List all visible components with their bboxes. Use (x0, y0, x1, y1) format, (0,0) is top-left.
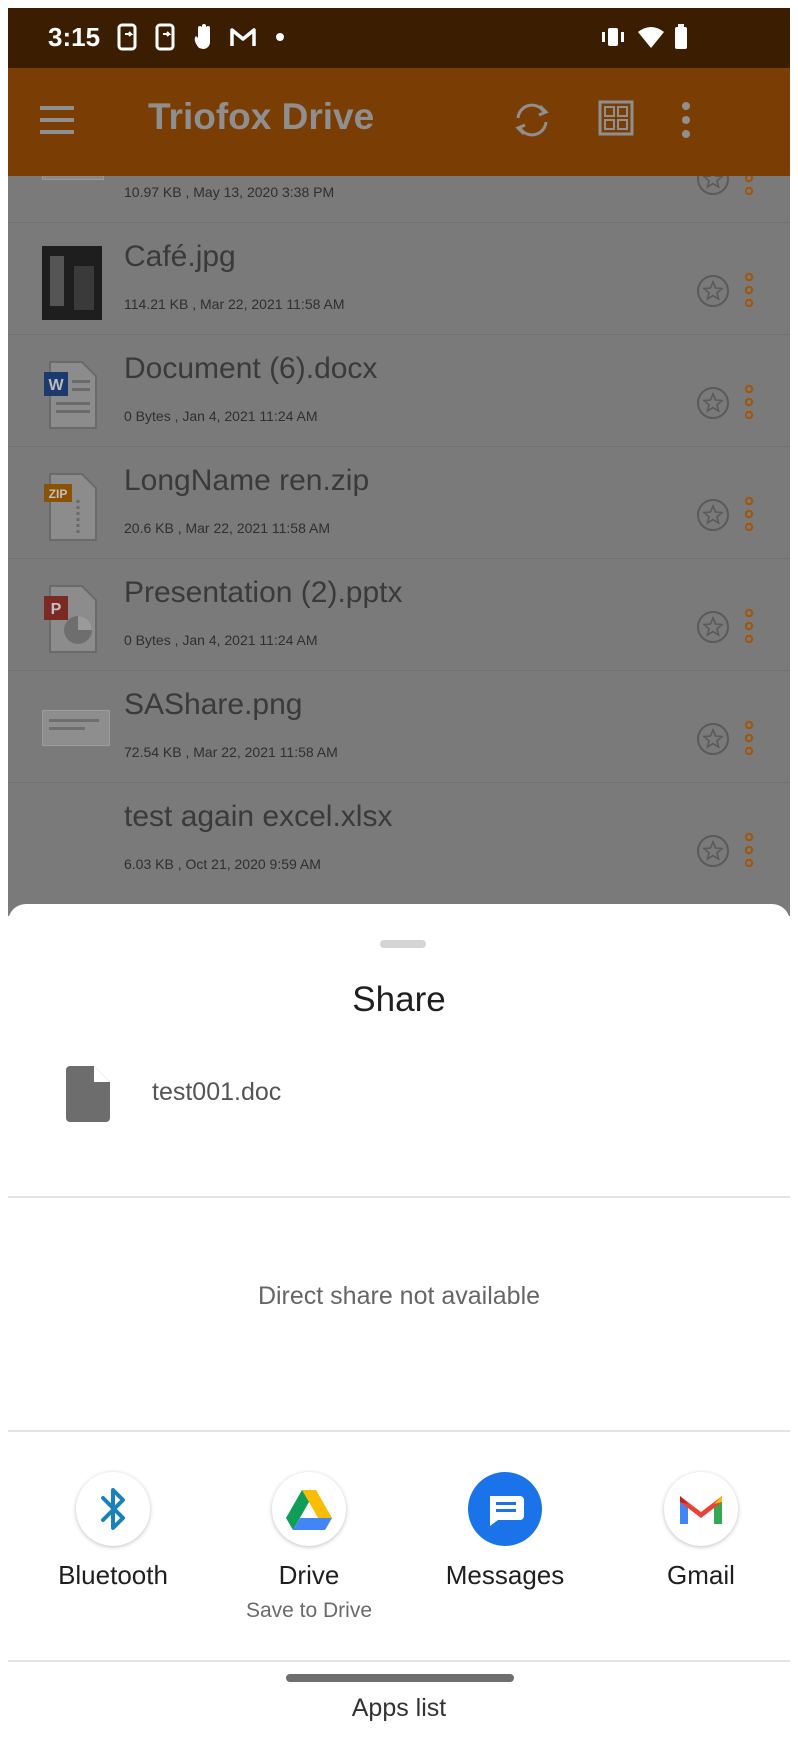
file-row[interactable]: Café.jpg 114.21 KB , Mar 22, 2021 11:58 … (8, 222, 790, 335)
svg-text:ZIP: ZIP (49, 487, 68, 501)
battery-icon (675, 24, 687, 49)
wifi-icon (638, 27, 664, 48)
share-target-drive[interactable]: Drive Save to Drive (224, 1472, 394, 1623)
app-sublabel: Save to Drive (245, 1599, 373, 1622)
file-name: Presentation (2).pptx (124, 576, 403, 609)
screenshot-thumb-icon (42, 710, 110, 746)
file-row[interactable]: ZIP LongName ren.zip 20.6 KB , Mar 22, 2… (8, 446, 790, 559)
file-name: Document (6).docx (124, 352, 378, 385)
more-options-icon[interactable] (744, 832, 754, 868)
file-row[interactable]: test again excel.xlsx 6.03 KB , Oct 21, … (8, 782, 790, 894)
share-target-messages[interactable]: Messages (420, 1472, 590, 1591)
star-icon[interactable] (696, 176, 730, 196)
app-label: Bluetooth (58, 1560, 168, 1590)
app-title: Triofox Drive (148, 96, 375, 137)
file-meta: 10.97 KB , May 13, 2020 3:38 PM (124, 184, 335, 200)
app-bar: Triofox Drive (8, 68, 790, 176)
divider (8, 1430, 790, 1432)
bluetooth-icon (101, 1488, 125, 1530)
file-meta: 114.21 KB , Mar 22, 2021 11:58 AM (124, 296, 345, 312)
vibrate-icon (602, 28, 624, 46)
star-icon[interactable] (696, 834, 730, 868)
status-time: 3:15 (48, 22, 101, 52)
file-row[interactable]: SAShare.png 72.54 KB , Mar 22, 2021 11:5… (8, 670, 790, 783)
star-icon[interactable] (696, 386, 730, 420)
more-options-icon[interactable] (744, 272, 754, 308)
shared-file-name: test001.doc (152, 1078, 282, 1106)
share-target-gmail[interactable]: Gmail (616, 1472, 786, 1591)
more-options-icon[interactable] (744, 608, 754, 644)
image-thumb-icon (42, 176, 104, 180)
divider (8, 1660, 790, 1662)
more-options-icon[interactable] (744, 496, 754, 532)
star-icon[interactable] (696, 274, 730, 308)
powerpoint-icon: P (44, 585, 97, 653)
more-options-icon[interactable] (744, 384, 754, 420)
nav-gesture-bar[interactable] (286, 1674, 514, 1682)
zip-file-icon: ZIP (44, 473, 97, 541)
file-meta: 72.54 KB , Mar 22, 2021 11:58 AM (124, 744, 338, 760)
file-row[interactable]: 10.97 KB , May 13, 2020 3:38 PM (8, 176, 790, 223)
document-file-icon (66, 1066, 110, 1122)
drag-handle[interactable] (380, 940, 426, 948)
file-meta: 0 Bytes , Jan 4, 2021 11:24 AM (124, 632, 318, 648)
sync-icon[interactable] (510, 98, 554, 142)
hand-icon (194, 24, 210, 49)
share-title: Share (352, 980, 446, 1019)
file-name: SAShare.png (124, 688, 303, 721)
divider (8, 1196, 790, 1198)
share-sheet: Share test001.doc Direct share not avail… (8, 904, 790, 1738)
file-meta: 20.6 KB , Mar 22, 2021 11:58 AM (124, 520, 330, 536)
dot-icon (276, 33, 284, 41)
file-row[interactable]: P Presentation (2).pptx 0 Bytes , Jan 4,… (8, 558, 790, 671)
file-meta: 6.03 KB , Oct 21, 2020 9:59 AM (124, 856, 321, 872)
phone-share-icon (155, 23, 175, 51)
grid-view-icon[interactable] (596, 98, 636, 138)
app-label: Drive (278, 1560, 340, 1590)
more-options-icon[interactable] (744, 176, 754, 196)
app-label: Gmail (667, 1560, 735, 1590)
gmail-icon (230, 28, 256, 46)
more-vert-icon[interactable] (678, 100, 694, 140)
star-icon[interactable] (696, 722, 730, 756)
google-drive-icon (286, 1490, 332, 1530)
apps-list-label[interactable]: Apps list (8, 1694, 790, 1723)
star-icon[interactable] (696, 610, 730, 644)
more-options-icon[interactable] (744, 720, 754, 756)
screen: 3:15 Triofox Drive 10.97 KB , May 13, 20… (8, 8, 790, 1738)
share-target-bluetooth[interactable]: Bluetooth (28, 1472, 198, 1591)
file-name: test again excel.xlsx (124, 800, 393, 833)
phone-share-icon (117, 23, 137, 51)
app-label: Messages (445, 1560, 565, 1590)
file-row[interactable]: W Document (6).docx 0 Bytes , Jan 4, 202… (8, 334, 790, 447)
messages-icon (490, 1496, 524, 1526)
svg-text:W: W (48, 377, 64, 394)
word-doc-icon: W (44, 361, 97, 429)
gmail-icon (680, 1496, 722, 1524)
file-meta: 0 Bytes , Jan 4, 2021 11:24 AM (124, 408, 318, 424)
menu-icon[interactable] (38, 102, 78, 138)
star-icon[interactable] (696, 498, 730, 532)
svg-text:P: P (51, 601, 62, 618)
status-bar: 3:15 (8, 8, 790, 68)
direct-share-message: Direct share not available (257, 1282, 541, 1310)
photo-thumb-icon (42, 246, 102, 320)
file-list: 10.97 KB , May 13, 2020 3:38 PM Café.jpg… (8, 176, 790, 916)
file-name: Café.jpg (124, 240, 236, 273)
file-name: LongName ren.zip (124, 464, 370, 497)
